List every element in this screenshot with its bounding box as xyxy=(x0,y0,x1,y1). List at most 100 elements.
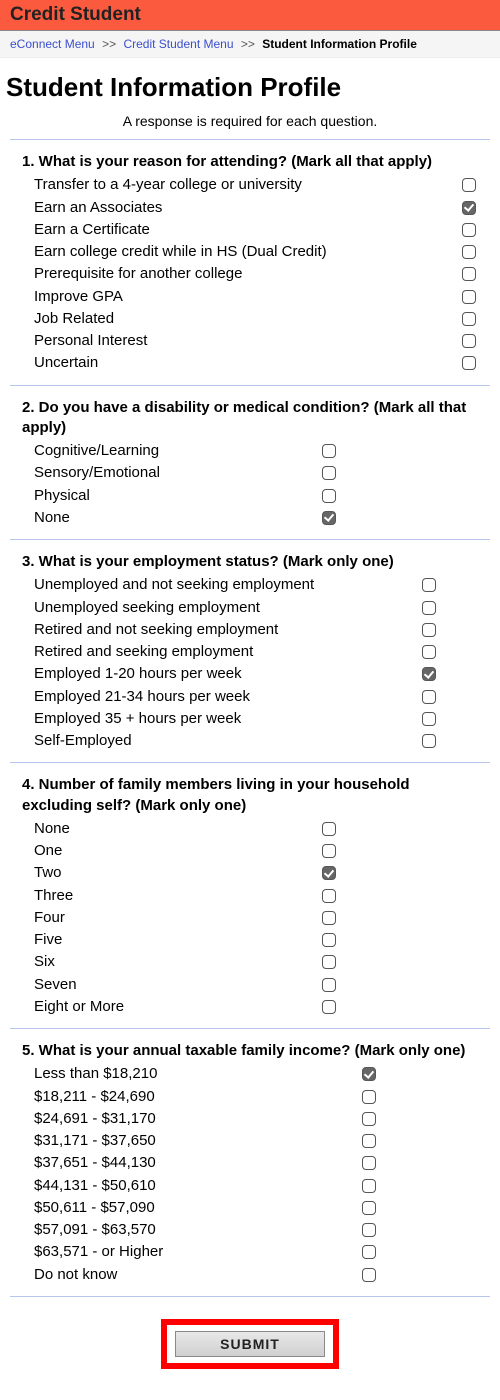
option-checkbox[interactable] xyxy=(422,623,436,637)
divider xyxy=(10,139,490,140)
option-checkbox[interactable] xyxy=(462,223,476,237)
option-checkbox[interactable] xyxy=(322,511,336,525)
page-title: Student Information Profile xyxy=(6,72,500,103)
options-list: Cognitive/LearningSensory/EmotionalPhysi… xyxy=(22,440,342,529)
question-title: 4. Number of family members living in yo… xyxy=(22,775,482,816)
option-checkbox[interactable] xyxy=(422,690,436,704)
option-checkbox[interactable] xyxy=(322,1000,336,1014)
option-label: Unemployed seeking employment xyxy=(22,598,416,618)
option-checkbox[interactable] xyxy=(322,933,336,947)
option-checkbox[interactable] xyxy=(422,578,436,592)
question-block-3: 3. What is your employment status? (Mark… xyxy=(0,546,500,756)
option-label: Employed 35 + hours per week xyxy=(22,709,416,729)
option-row: $44,131 - $50,610 xyxy=(22,1175,382,1197)
option-row: Three xyxy=(22,885,342,907)
option-row: Two xyxy=(22,862,342,884)
option-checkbox[interactable] xyxy=(422,712,436,726)
option-row: Cognitive/Learning xyxy=(22,440,342,462)
option-label: $50,611 - $57,090 xyxy=(22,1198,356,1218)
option-row: Prerequisite for another college xyxy=(22,263,482,285)
question-block-1: 1. What is your reason for attending? (M… xyxy=(0,146,500,379)
checkbox-wrap xyxy=(416,642,442,662)
option-checkbox[interactable] xyxy=(362,1156,376,1170)
option-checkbox[interactable] xyxy=(362,1223,376,1237)
option-checkbox[interactable] xyxy=(322,489,336,503)
checkbox-wrap xyxy=(316,486,342,506)
checkbox-wrap xyxy=(356,1064,382,1084)
option-label: Three xyxy=(22,886,316,906)
divider xyxy=(10,539,490,540)
option-label: Six xyxy=(22,952,316,972)
option-checkbox[interactable] xyxy=(322,978,336,992)
option-label: Unemployed and not seeking employment xyxy=(22,575,416,595)
checkbox-wrap xyxy=(316,952,342,972)
option-checkbox[interactable] xyxy=(322,844,336,858)
option-row: $50,611 - $57,090 xyxy=(22,1197,382,1219)
option-label: Prerequisite for another college xyxy=(22,264,456,284)
option-checkbox[interactable] xyxy=(362,1112,376,1126)
option-label: Seven xyxy=(22,975,316,995)
checkbox-wrap xyxy=(416,709,442,729)
option-checkbox[interactable] xyxy=(322,911,336,925)
option-checkbox[interactable] xyxy=(462,267,476,281)
option-checkbox[interactable] xyxy=(462,201,476,215)
option-row: Uncertain xyxy=(22,352,482,374)
option-checkbox[interactable] xyxy=(362,1245,376,1259)
checkbox-wrap xyxy=(416,575,442,595)
breadcrumb-link-credit-student[interactable]: Credit Student Menu xyxy=(123,37,233,51)
option-checkbox[interactable] xyxy=(322,444,336,458)
checkbox-wrap xyxy=(316,863,342,883)
option-checkbox[interactable] xyxy=(422,601,436,615)
option-row: Personal Interest xyxy=(22,330,482,352)
checkbox-wrap xyxy=(356,1131,382,1151)
option-checkbox[interactable] xyxy=(422,645,436,659)
submit-button[interactable]: SUBMIT xyxy=(175,1331,325,1357)
option-checkbox[interactable] xyxy=(462,334,476,348)
checkbox-wrap xyxy=(416,620,442,640)
breadcrumb-link-econnect[interactable]: eConnect Menu xyxy=(10,37,95,51)
option-label: Earn an Associates xyxy=(22,198,456,218)
option-checkbox[interactable] xyxy=(462,245,476,259)
option-checkbox[interactable] xyxy=(362,1090,376,1104)
option-checkbox[interactable] xyxy=(322,822,336,836)
options-list: Less than $18,210$18,211 - $24,690$24,69… xyxy=(22,1063,382,1286)
option-row: Six xyxy=(22,951,342,973)
option-label: $18,211 - $24,690 xyxy=(22,1087,356,1107)
checkbox-wrap xyxy=(416,731,442,751)
option-row: Four xyxy=(22,907,342,929)
option-checkbox[interactable] xyxy=(322,955,336,969)
option-checkbox[interactable] xyxy=(422,734,436,748)
checkbox-wrap xyxy=(456,242,482,262)
option-checkbox[interactable] xyxy=(362,1067,376,1081)
option-checkbox[interactable] xyxy=(322,866,336,880)
checkbox-wrap xyxy=(356,1265,382,1285)
option-label: $63,571 - or Higher xyxy=(22,1242,356,1262)
option-row: $18,211 - $24,690 xyxy=(22,1086,382,1108)
option-checkbox[interactable] xyxy=(462,312,476,326)
option-checkbox[interactable] xyxy=(322,889,336,903)
option-row: Seven xyxy=(22,974,342,996)
options-list: Transfer to a 4-year college or universi… xyxy=(22,174,482,374)
option-checkbox[interactable] xyxy=(362,1179,376,1193)
option-checkbox[interactable] xyxy=(362,1201,376,1215)
option-row: None xyxy=(22,507,342,529)
option-label: $44,131 - $50,610 xyxy=(22,1176,356,1196)
option-checkbox[interactable] xyxy=(362,1134,376,1148)
option-checkbox[interactable] xyxy=(322,466,336,480)
option-checkbox[interactable] xyxy=(462,356,476,370)
checkbox-wrap xyxy=(456,353,482,373)
option-label: Employed 1-20 hours per week xyxy=(22,664,416,684)
option-label: Improve GPA xyxy=(22,287,456,307)
option-checkbox[interactable] xyxy=(462,178,476,192)
option-label: Five xyxy=(22,930,316,950)
question-title: 2. Do you have a disability or medical c… xyxy=(22,398,482,439)
breadcrumb: eConnect Menu >> Credit Student Menu >> … xyxy=(0,31,500,58)
option-checkbox[interactable] xyxy=(362,1268,376,1282)
option-checkbox[interactable] xyxy=(422,667,436,681)
option-row: $31,171 - $37,650 xyxy=(22,1130,382,1152)
option-checkbox[interactable] xyxy=(462,290,476,304)
option-label: Self-Employed xyxy=(22,731,416,751)
breadcrumb-separator: >> xyxy=(102,37,116,51)
option-label: $37,651 - $44,130 xyxy=(22,1153,356,1173)
checkbox-wrap xyxy=(456,198,482,218)
